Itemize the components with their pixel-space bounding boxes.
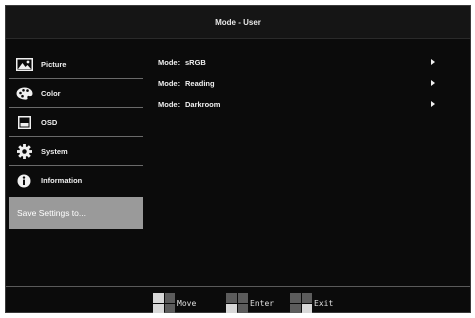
- sidebar-item-label: OSD: [41, 117, 58, 127]
- info-icon: [15, 174, 33, 188]
- sidebar-item-system[interactable]: System: [9, 137, 143, 166]
- menu-title-bar: Mode - User: [6, 6, 470, 39]
- menu-title: Mode - User: [215, 17, 261, 27]
- exit-hint-label: Exit: [314, 298, 334, 308]
- palette-icon: [15, 86, 33, 100]
- move-hint: Move: [153, 293, 196, 313]
- enter-hint-label: Enter: [250, 298, 275, 308]
- move-hint-label: Move: [177, 298, 197, 308]
- mode-value: sRGB: [185, 58, 206, 67]
- mode-value: Reading: [185, 79, 215, 88]
- sidebar-item-picture[interactable]: Picture: [9, 50, 143, 79]
- exit-key-icon: [290, 293, 312, 313]
- save-settings-label: Save Settings to...: [17, 208, 86, 218]
- mode-prefix: Mode:: [158, 100, 181, 109]
- chevron-right-icon: [431, 101, 435, 107]
- mode-option-reading[interactable]: Mode: Reading: [158, 73, 448, 94]
- mode-prefix: Mode:: [158, 79, 181, 88]
- sidebar: Picture Color OSD System Information Sav…: [9, 50, 143, 229]
- sidebar-item-label: Color: [41, 88, 61, 98]
- chevron-right-icon: [431, 80, 435, 86]
- mode-option-srgb[interactable]: Mode: sRGB: [158, 52, 448, 73]
- sidebar-item-information[interactable]: Information: [9, 166, 143, 195]
- sidebar-item-label: System: [41, 146, 68, 156]
- footer-hints: Move Enter Exit: [6, 286, 470, 314]
- mode-option-darkroom[interactable]: Mode: Darkroom: [158, 94, 448, 115]
- gear-icon: [15, 143, 33, 159]
- sidebar-item-label: Picture: [41, 59, 67, 69]
- osd-window-icon: [15, 115, 33, 129]
- sidebar-item-osd[interactable]: OSD: [9, 108, 143, 137]
- enter-hint: Enter: [226, 293, 274, 313]
- sidebar-item-save-settings[interactable]: Save Settings to...: [9, 197, 143, 229]
- mode-value: Darkroom: [185, 100, 221, 109]
- enter-key-icon: [226, 293, 248, 313]
- mode-list: Mode: sRGB Mode: Reading Mode: Darkroom: [158, 52, 448, 115]
- sidebar-item-color[interactable]: Color: [9, 79, 143, 108]
- osd-menu: Mode - User Picture Color OSD System Inf…: [5, 5, 471, 313]
- sidebar-item-label: Information: [41, 176, 83, 185]
- move-key-icon: [153, 293, 175, 313]
- exit-hint: Exit: [290, 293, 333, 313]
- chevron-right-icon: [431, 59, 435, 65]
- mode-prefix: Mode:: [158, 58, 181, 67]
- picture-icon: [15, 57, 33, 71]
